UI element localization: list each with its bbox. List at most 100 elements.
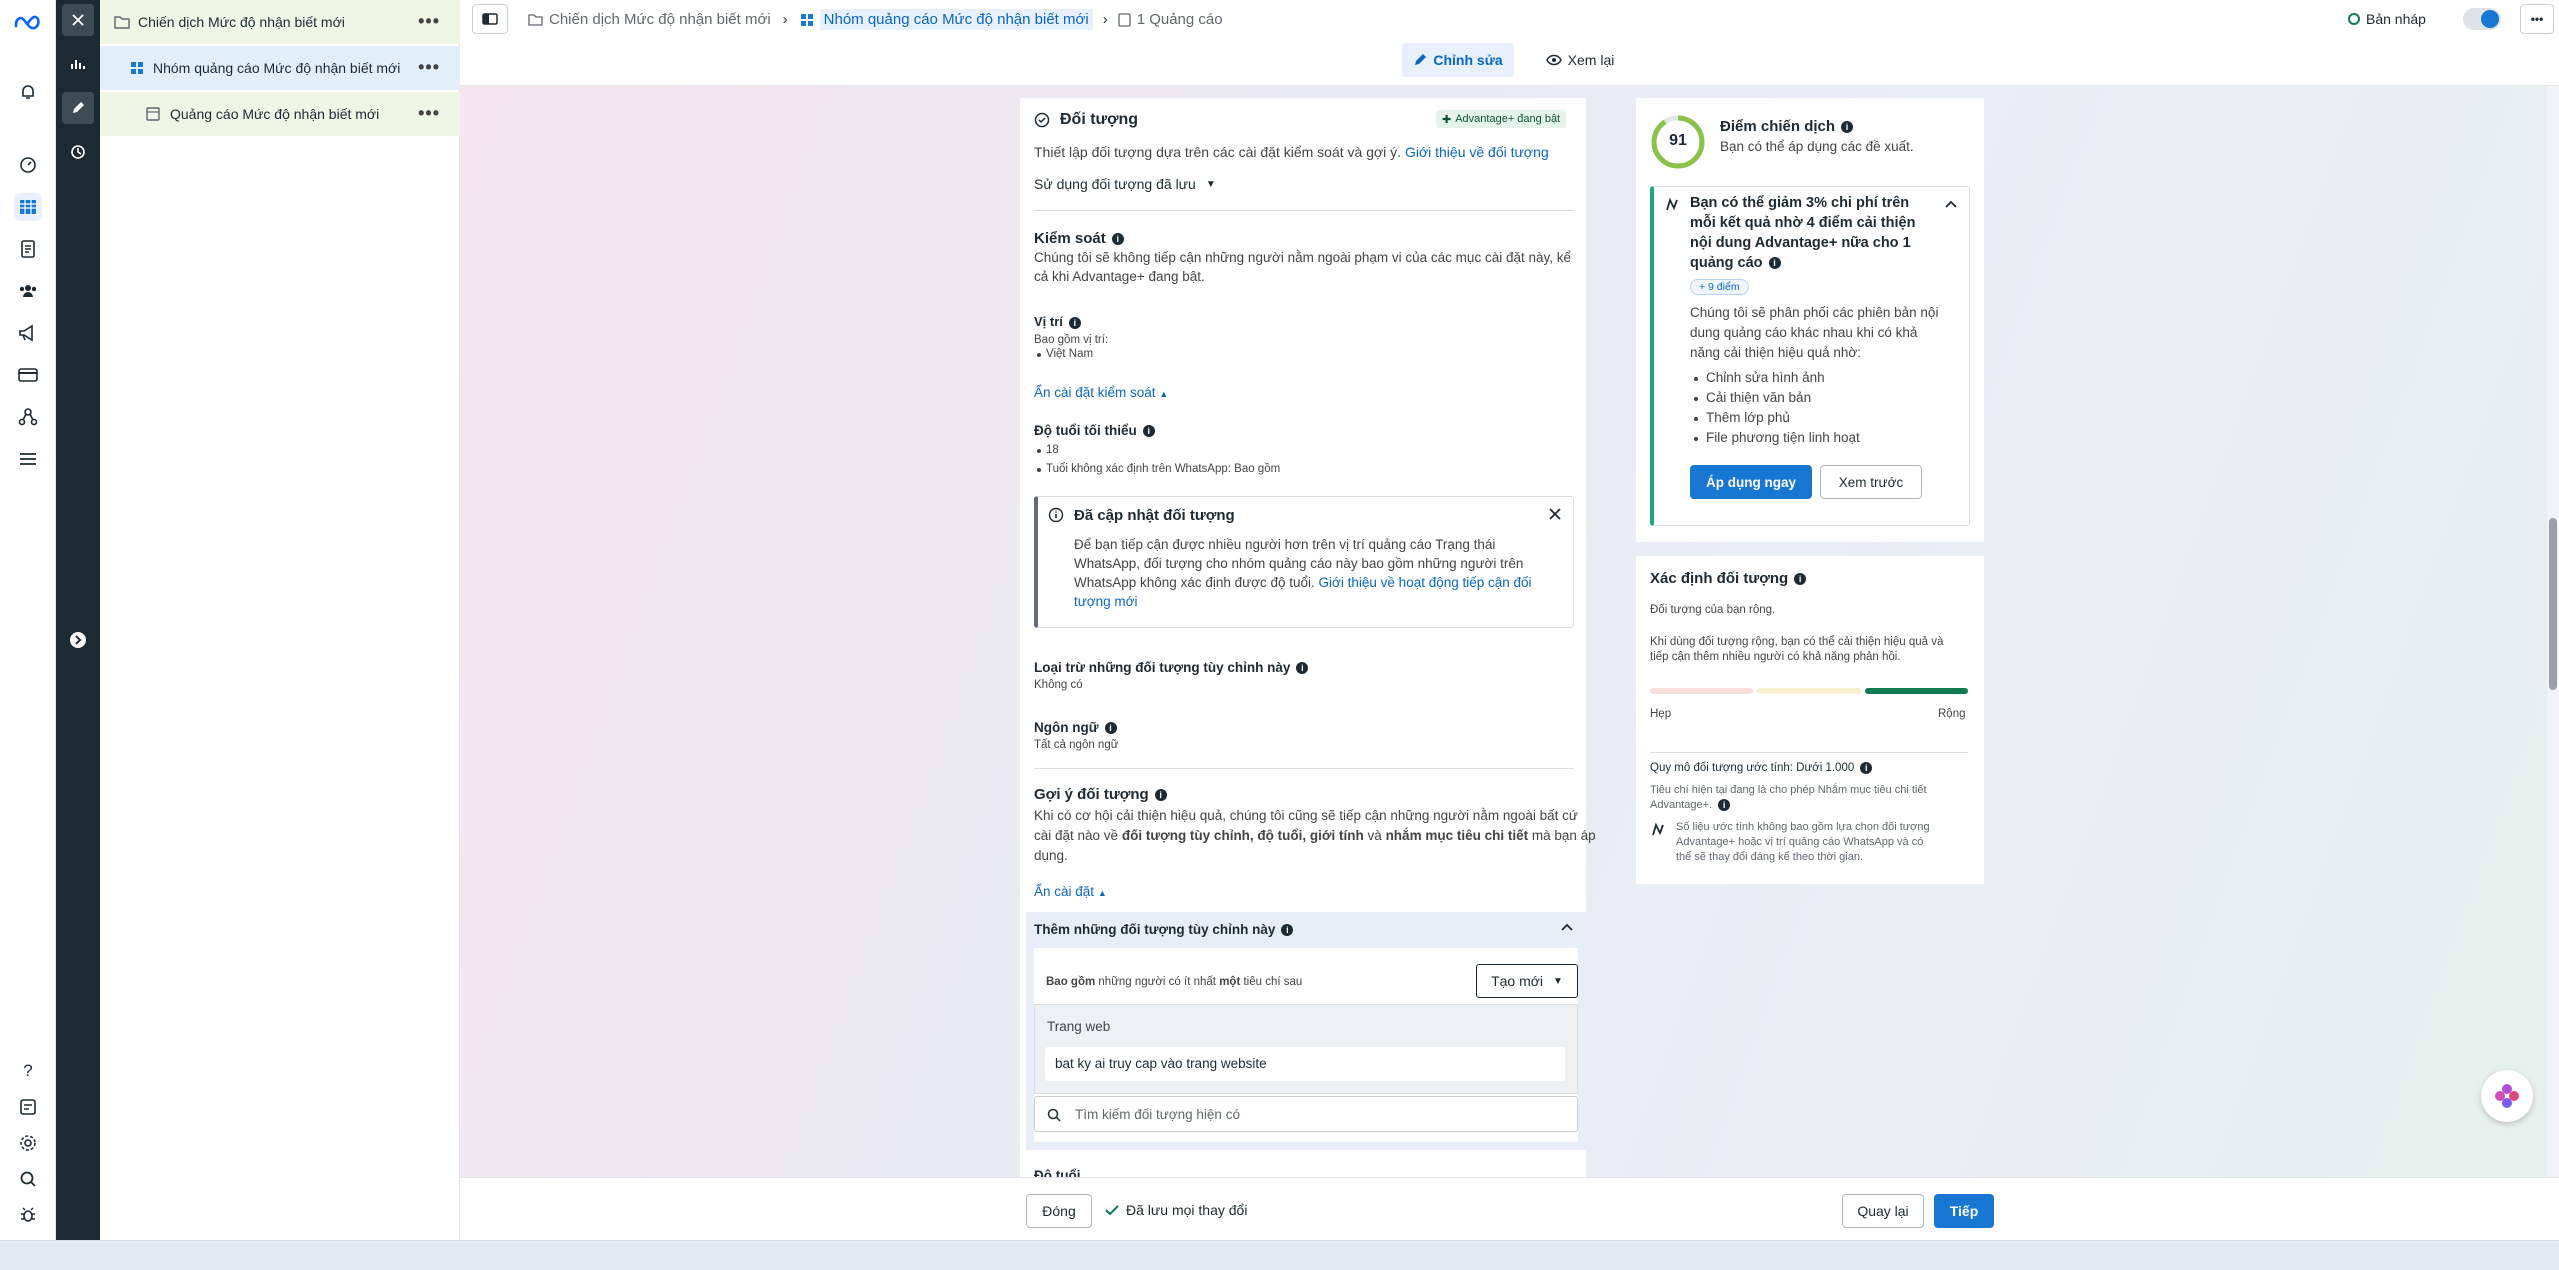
notes-icon[interactable]: [14, 1093, 42, 1121]
grid-icon: [800, 13, 814, 27]
close-notice-icon[interactable]: [1548, 507, 1562, 521]
rec-desc: năng cải thiện hiệu quả nhờ:: [1690, 345, 1861, 360]
info-icon[interactable]: i: [1718, 799, 1731, 812]
info-icon[interactable]: i: [1068, 316, 1081, 329]
whatsapp-age: Tuổi không xác định trên WhatsApp: Bao g…: [1046, 463, 1281, 475]
info-icon[interactable]: i: [1111, 233, 1124, 246]
more-icon[interactable]: •••: [418, 12, 440, 30]
scrollbar-thumb[interactable]: [2549, 518, 2557, 690]
notice-link[interactable]: tượng mới: [1074, 594, 1138, 609]
create-new-button[interactable]: Tạo mới ▼: [1476, 964, 1578, 998]
close-button[interactable]: Đóng: [1026, 1194, 1092, 1228]
search-icon[interactable]: [14, 1165, 42, 1193]
apply-now-button[interactable]: Áp dụng ngay: [1690, 465, 1812, 499]
more-icon[interactable]: •••: [418, 58, 440, 76]
preview-button[interactable]: Xem trước: [1820, 465, 1922, 499]
notice-title: Đã cập nhật đối tượng: [1074, 507, 1235, 524]
breadcrumb-adset[interactable]: Nhóm quảng cáo Mức độ nhận biết mới: [819, 9, 1093, 30]
next-button[interactable]: Tiếp: [1934, 1194, 1994, 1228]
advantage-badge-label: Advantage+ đang bật: [1455, 113, 1561, 125]
tree-item-ad[interactable]: Quảng cáo Mức độ nhận biết mới •••: [100, 92, 460, 136]
chevron-up-icon[interactable]: [1560, 922, 1574, 932]
recommendation-card: Bạn có thể giảm 3% chi phí trên mỗi kết …: [1650, 186, 1970, 526]
info-icon[interactable]: i: [1841, 121, 1854, 134]
panel-icon: [482, 13, 498, 25]
expand-icon[interactable]: [62, 624, 94, 656]
tree-item-label: Nhóm quảng cáo Mức độ nhận biết mới: [153, 60, 401, 76]
pencil-icon[interactable]: [62, 92, 94, 124]
network-icon[interactable]: [14, 403, 42, 431]
location-value: Việt Nam: [1046, 348, 1094, 360]
folder-icon: [114, 16, 130, 29]
info-icon[interactable]: i: [1794, 573, 1807, 586]
notice-link[interactable]: Giới thiệu về hoạt động tiếp cận đối: [1319, 575, 1532, 590]
help-icon[interactable]: ?: [14, 1057, 42, 1085]
hide-settings-link[interactable]: Ẩn cài đặt ▲: [1034, 884, 1107, 899]
ad-icon: [146, 107, 160, 121]
gauge-icon[interactable]: [14, 151, 42, 179]
search-placeholder: Tìm kiếm đối tượng hiện có: [1075, 1107, 1240, 1122]
assistant-button[interactable]: [2481, 1070, 2533, 1122]
meta-logo-icon[interactable]: [12, 8, 44, 36]
close-icon[interactable]: [62, 4, 94, 36]
info-icon[interactable]: i: [1104, 722, 1117, 735]
estimate-note: thể sẽ thay đổi đáng kể theo thời gian.: [1676, 851, 1864, 863]
exclude-label: Loại trừ những đối tượng tùy chỉnh này: [1034, 660, 1291, 675]
chevron-up-icon[interactable]: [1944, 199, 1958, 209]
score-subtitle: Bạn có thể áp dụng các đề xuất.: [1720, 139, 1914, 154]
chart-icon[interactable]: [62, 48, 94, 80]
info-icon[interactable]: i: [1142, 425, 1155, 438]
history-icon[interactable]: [62, 136, 94, 168]
menu-icon[interactable]: [14, 445, 42, 473]
more-icon[interactable]: •••: [418, 104, 440, 122]
website-audience-chip[interactable]: bat ky ai truy cap vào trang website: [1045, 1047, 1565, 1081]
custom-audience-box: Bao gồm những người có ít nhất một tiêu …: [1034, 948, 1578, 1142]
left-rail: ?: [0, 0, 56, 1270]
info-icon[interactable]: i: [1154, 789, 1167, 802]
advantage-badge: ✚ Advantage+ đang bật: [1436, 110, 1567, 128]
info-icon[interactable]: i: [1296, 662, 1309, 675]
meter-narrow-label: Hẹp: [1650, 708, 1672, 720]
hide-controls-link[interactable]: Ẩn cài đặt kiểm soát ▲: [1034, 385, 1168, 400]
draft-toggle[interactable]: [2463, 8, 2501, 30]
notice-text: WhatsApp, đối tượng cho nhóm quảng cáo n…: [1074, 556, 1524, 571]
info-icon[interactable]: i: [1860, 762, 1873, 774]
rec-item: Chỉnh sửa hình ảnh: [1706, 370, 1825, 385]
tab-review[interactable]: Xem lại: [1532, 43, 1628, 77]
document-icon[interactable]: [14, 235, 42, 263]
table-icon[interactable]: [14, 193, 42, 221]
exclude-value: Không có: [1034, 679, 1083, 691]
score-title: Điểm chiến dịch: [1720, 118, 1836, 135]
tree-item-adset[interactable]: Nhóm quảng cáo Mức độ nhận biết mới •••: [100, 46, 460, 90]
info-icon[interactable]: i: [1281, 924, 1294, 937]
bug-icon[interactable]: [14, 1201, 42, 1229]
audience-link[interactable]: Giới thiệu về đối tượng: [1405, 144, 1549, 160]
campaign-score-card: 91 Điểm chiến dịch i Bạn có thể áp dụng c…: [1636, 98, 1984, 542]
toggle-panel-button[interactable]: [472, 4, 508, 34]
selected-audiences: Trang web bat ky ai truy cap vào trang w…: [1034, 1004, 1578, 1094]
grid-icon: [131, 62, 143, 74]
plus-icon: ✚: [1442, 113, 1452, 126]
chevron-down-icon: ▼: [1553, 975, 1563, 987]
bell-icon[interactable]: [14, 78, 42, 106]
age-label: Độ tuổi: [1034, 1168, 1081, 1177]
assistant-icon: [2495, 1084, 2519, 1108]
back-button[interactable]: Quay lại: [1842, 1194, 1924, 1228]
more-options-button[interactable]: •••: [2520, 4, 2554, 34]
billing-icon[interactable]: [14, 361, 42, 389]
people-icon[interactable]: [14, 277, 42, 305]
settings-icon[interactable]: [14, 1129, 42, 1157]
info-icon[interactable]: i: [1768, 257, 1781, 270]
advantage-icon: [1650, 822, 1666, 838]
breadcrumb-ads[interactable]: 1 Quảng cáo: [1137, 11, 1223, 28]
eye-icon: [1545, 54, 1562, 66]
audience-search-input[interactable]: Tìm kiếm đối tượng hiện có: [1034, 1096, 1578, 1132]
megaphone-icon[interactable]: [14, 319, 42, 347]
breadcrumb-campaign[interactable]: Chiến dịch Mức độ nhận biết mới: [549, 11, 771, 28]
tree-item-campaign[interactable]: Chiến dịch Mức độ nhận biết mới •••: [100, 0, 460, 44]
draft-label: Bản nháp: [2366, 11, 2426, 27]
saved-audience-dropdown[interactable]: Sử dụng đối tượng đã lưu ▼: [1034, 176, 1216, 192]
estimate-note: Advantage+ hoặc vị trí quảng cáo WhatsAp…: [1676, 836, 1924, 848]
chevron-right-icon: ›: [1102, 11, 1108, 28]
tab-edit[interactable]: Chỉnh sửa: [1402, 43, 1514, 77]
